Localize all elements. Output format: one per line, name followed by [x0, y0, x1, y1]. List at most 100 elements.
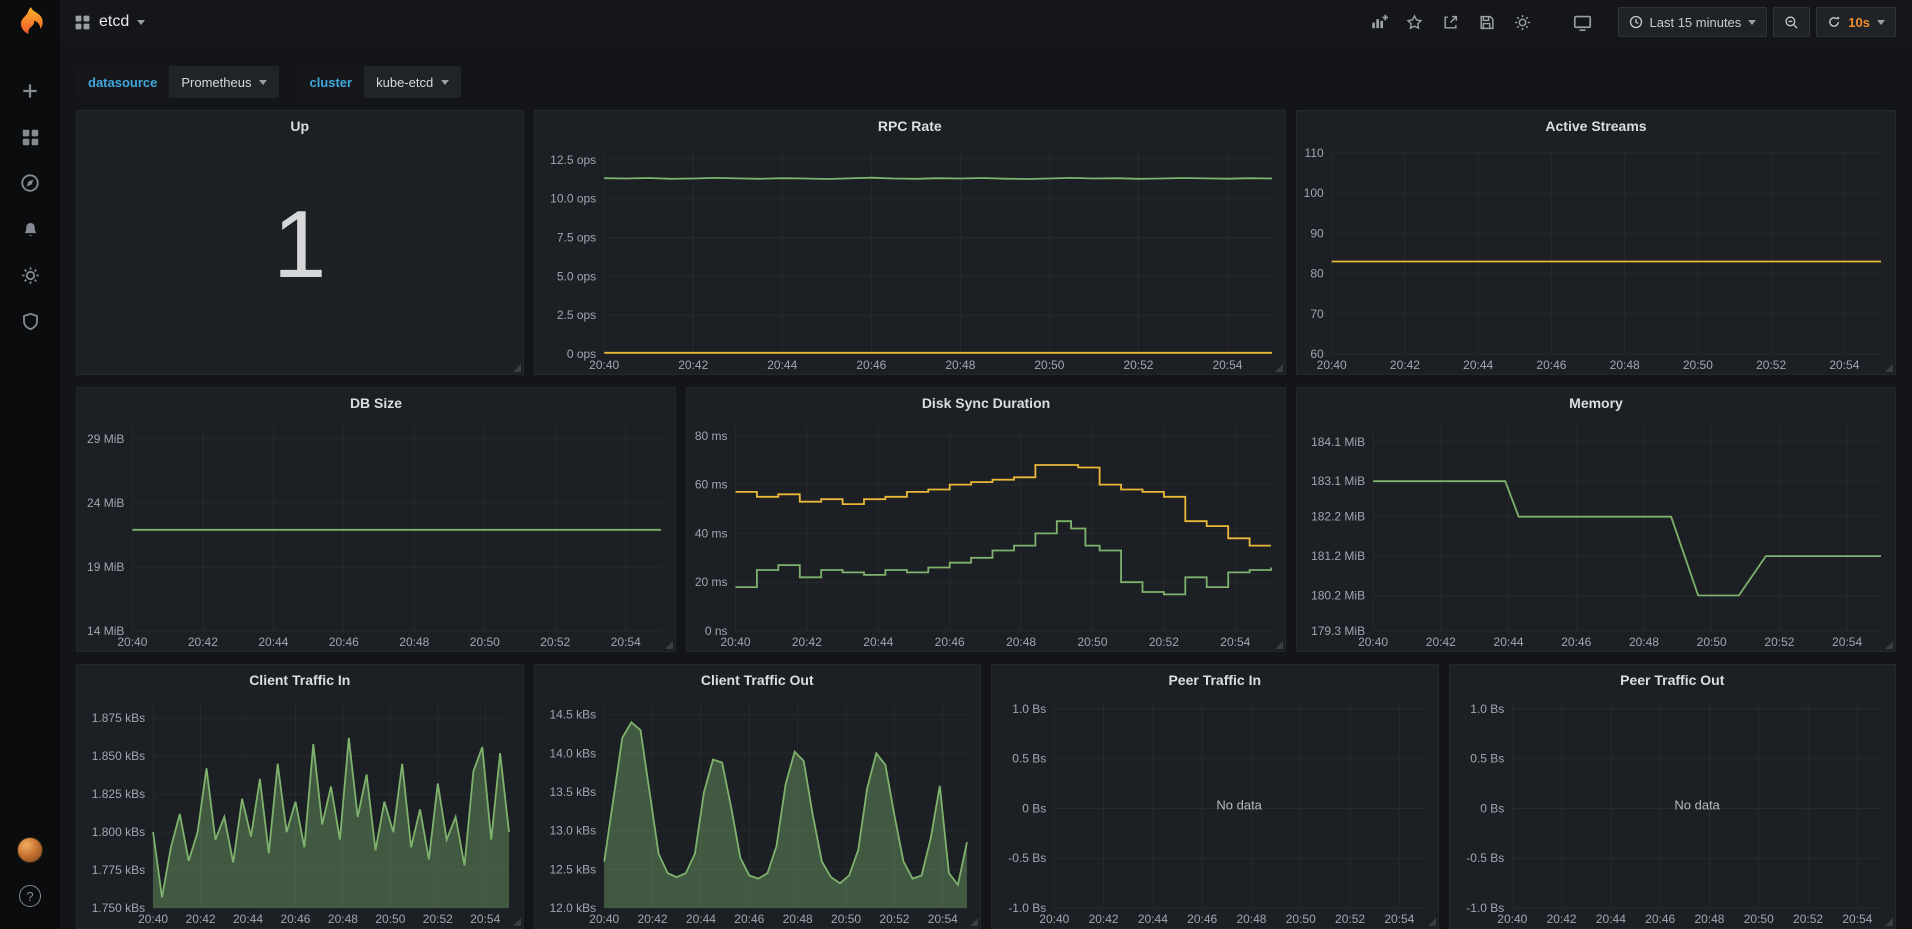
panel-title[interactable]: Client Traffic In [77, 665, 523, 695]
panel-active-streams: Active Streams 20:4020:4220:4420:4620:48… [1296, 110, 1896, 375]
panel-title[interactable]: RPC Rate [535, 111, 1286, 141]
panel-resize-handle[interactable] [1275, 641, 1283, 649]
svg-text:20:52: 20:52 [1335, 912, 1365, 926]
sidebar-item-dashboards[interactable] [0, 114, 60, 160]
panel-resize-handle[interactable] [1885, 364, 1893, 372]
svg-text:1.775 kBs: 1.775 kBs [92, 863, 145, 877]
dashboards-icon [21, 128, 40, 147]
variable-value-dropdown[interactable]: Prometheus [169, 66, 279, 98]
share-dashboard-button[interactable] [1436, 8, 1466, 36]
panel-resize-handle[interactable] [1428, 918, 1436, 926]
svg-text:20:48: 20:48 [1006, 635, 1036, 649]
sidebar-item-help[interactable]: ? [0, 873, 60, 919]
svg-text:20:44: 20:44 [1138, 912, 1168, 926]
svg-text:-0.5 Bs: -0.5 Bs [1008, 851, 1046, 865]
chart-memory[interactable]: 20:4020:4220:4420:4620:4820:5020:5220:54… [1297, 418, 1895, 651]
panel-resize-handle[interactable] [970, 918, 978, 926]
chart-peer-traffic-out[interactable]: 20:4020:4220:4420:4620:4820:5020:5220:54… [1450, 695, 1896, 928]
sidebar-item-explore[interactable] [0, 160, 60, 206]
svg-text:20:54: 20:54 [1832, 635, 1862, 649]
refresh-icon [1827, 15, 1841, 29]
chart-rpc-rate[interactable]: 20:4020:4220:4420:4620:4820:5020:5220:54… [535, 141, 1286, 374]
svg-text:0 ns: 0 ns [705, 624, 728, 638]
grafana-logo[interactable] [13, 6, 47, 40]
variable-value-dropdown[interactable]: kube-etcd [364, 66, 461, 98]
time-range-picker[interactable]: Last 15 minutes [1618, 7, 1768, 37]
svg-text:20:54: 20:54 [1384, 912, 1414, 926]
dashboard-title-button[interactable]: etcd [74, 13, 145, 31]
svg-text:14.5 kBs: 14.5 kBs [549, 708, 596, 722]
svg-text:20:52: 20:52 [423, 912, 453, 926]
panel-title[interactable]: Up [77, 111, 523, 141]
svg-text:20:48: 20:48 [1694, 912, 1724, 926]
svg-text:20:50: 20:50 [375, 912, 405, 926]
panel-title[interactable]: Peer Traffic In [992, 665, 1438, 695]
panel-title[interactable]: Memory [1297, 388, 1895, 418]
settings-gear-icon [1514, 14, 1531, 31]
panel-db-size: DB Size 20:4020:4220:4420:4620:4820:5020… [76, 387, 676, 652]
panel-resize-handle[interactable] [1885, 918, 1893, 926]
panel-resize-handle[interactable] [665, 641, 673, 649]
sidebar-item-profile[interactable] [0, 827, 60, 873]
svg-text:184.1 MiB: 184.1 MiB [1311, 435, 1365, 449]
svg-text:20:42: 20:42 [186, 912, 216, 926]
panel-title[interactable]: Active Streams [1297, 111, 1895, 141]
svg-text:20:48: 20:48 [945, 358, 975, 372]
svg-text:20:52: 20:52 [1123, 358, 1153, 372]
chevron-down-icon [259, 80, 267, 85]
admin-shield-icon [21, 312, 40, 331]
svg-text:183.1 MiB: 183.1 MiB [1311, 474, 1365, 488]
svg-text:20:50: 20:50 [1286, 912, 1316, 926]
svg-text:20 ms: 20 ms [695, 575, 728, 589]
chart-active-streams[interactable]: 20:4020:4220:4420:4620:4820:5020:5220:54… [1297, 141, 1895, 374]
svg-text:20:46: 20:46 [1561, 635, 1591, 649]
sidebar-item-server-admin[interactable] [0, 298, 60, 344]
panel-title[interactable]: Peer Traffic Out [1450, 665, 1896, 695]
chart-peer-traffic-in[interactable]: 20:4020:4220:4420:4620:4820:5020:5220:54… [992, 695, 1438, 928]
refresh-button[interactable]: 10s [1816, 7, 1896, 37]
svg-text:29 MiB: 29 MiB [87, 432, 124, 446]
svg-text:20:42: 20:42 [637, 912, 667, 926]
chart-db-size[interactable]: 20:4020:4220:4420:4620:4820:5020:5220:54… [77, 418, 675, 651]
save-dashboard-button[interactable] [1472, 8, 1502, 36]
svg-text:20:44: 20:44 [863, 635, 893, 649]
panel-title[interactable]: Disk Sync Duration [687, 388, 1285, 418]
svg-text:110: 110 [1305, 146, 1324, 160]
panel-title[interactable]: Client Traffic Out [535, 665, 981, 695]
panel-resize-handle[interactable] [1275, 364, 1283, 372]
tv-icon [1573, 13, 1592, 32]
svg-text:20:50: 20:50 [1697, 635, 1727, 649]
panel-resize-handle[interactable] [1885, 641, 1893, 649]
svg-text:80: 80 [1310, 267, 1324, 281]
chart-client-traffic-in[interactable]: 20:4020:4220:4420:4620:4820:5020:5220:54… [77, 695, 523, 928]
svg-text:60: 60 [1310, 347, 1324, 361]
dashboard-settings-button[interactable] [1508, 8, 1538, 36]
svg-text:20:50: 20:50 [831, 912, 861, 926]
panel-title[interactable]: DB Size [77, 388, 675, 418]
svg-text:20:54: 20:54 [611, 635, 641, 649]
cycle-view-button[interactable] [1568, 8, 1598, 36]
svg-text:12.5 kBs: 12.5 kBs [549, 862, 596, 876]
add-panel-button[interactable] [1364, 8, 1394, 36]
svg-text:20:46: 20:46 [856, 358, 886, 372]
svg-text:1.850 kBs: 1.850 kBs [92, 749, 145, 763]
sidebar-item-alerting[interactable] [0, 206, 60, 252]
clock-icon [1629, 15, 1643, 29]
sidebar-item-configuration[interactable] [0, 252, 60, 298]
svg-text:-1.0 Bs: -1.0 Bs [1008, 901, 1046, 915]
svg-text:20:50: 20:50 [1743, 912, 1773, 926]
panel-resize-handle[interactable] [513, 364, 521, 372]
svg-text:No data: No data [1216, 798, 1262, 813]
panel-resize-handle[interactable] [513, 918, 521, 926]
star-dashboard-button[interactable] [1400, 8, 1430, 36]
svg-text:20:54: 20:54 [1842, 912, 1872, 926]
panel-client-traffic-in: Client Traffic In 20:4020:4220:4420:4620… [76, 664, 524, 929]
chart-disk-sync-duration[interactable]: 20:4020:4220:4420:4620:4820:5020:5220:54… [687, 418, 1285, 651]
chevron-down-icon [1877, 20, 1885, 25]
main-content: etcd [60, 0, 1912, 929]
svg-text:10.0 ops: 10.0 ops [550, 192, 596, 206]
sidebar-item-create[interactable] [0, 68, 60, 114]
svg-text:12.0 kBs: 12.0 kBs [549, 901, 596, 915]
chart-client-traffic-out[interactable]: 20:4020:4220:4420:4620:4820:5020:5220:54… [535, 695, 981, 928]
zoom-out-button[interactable] [1773, 7, 1810, 37]
